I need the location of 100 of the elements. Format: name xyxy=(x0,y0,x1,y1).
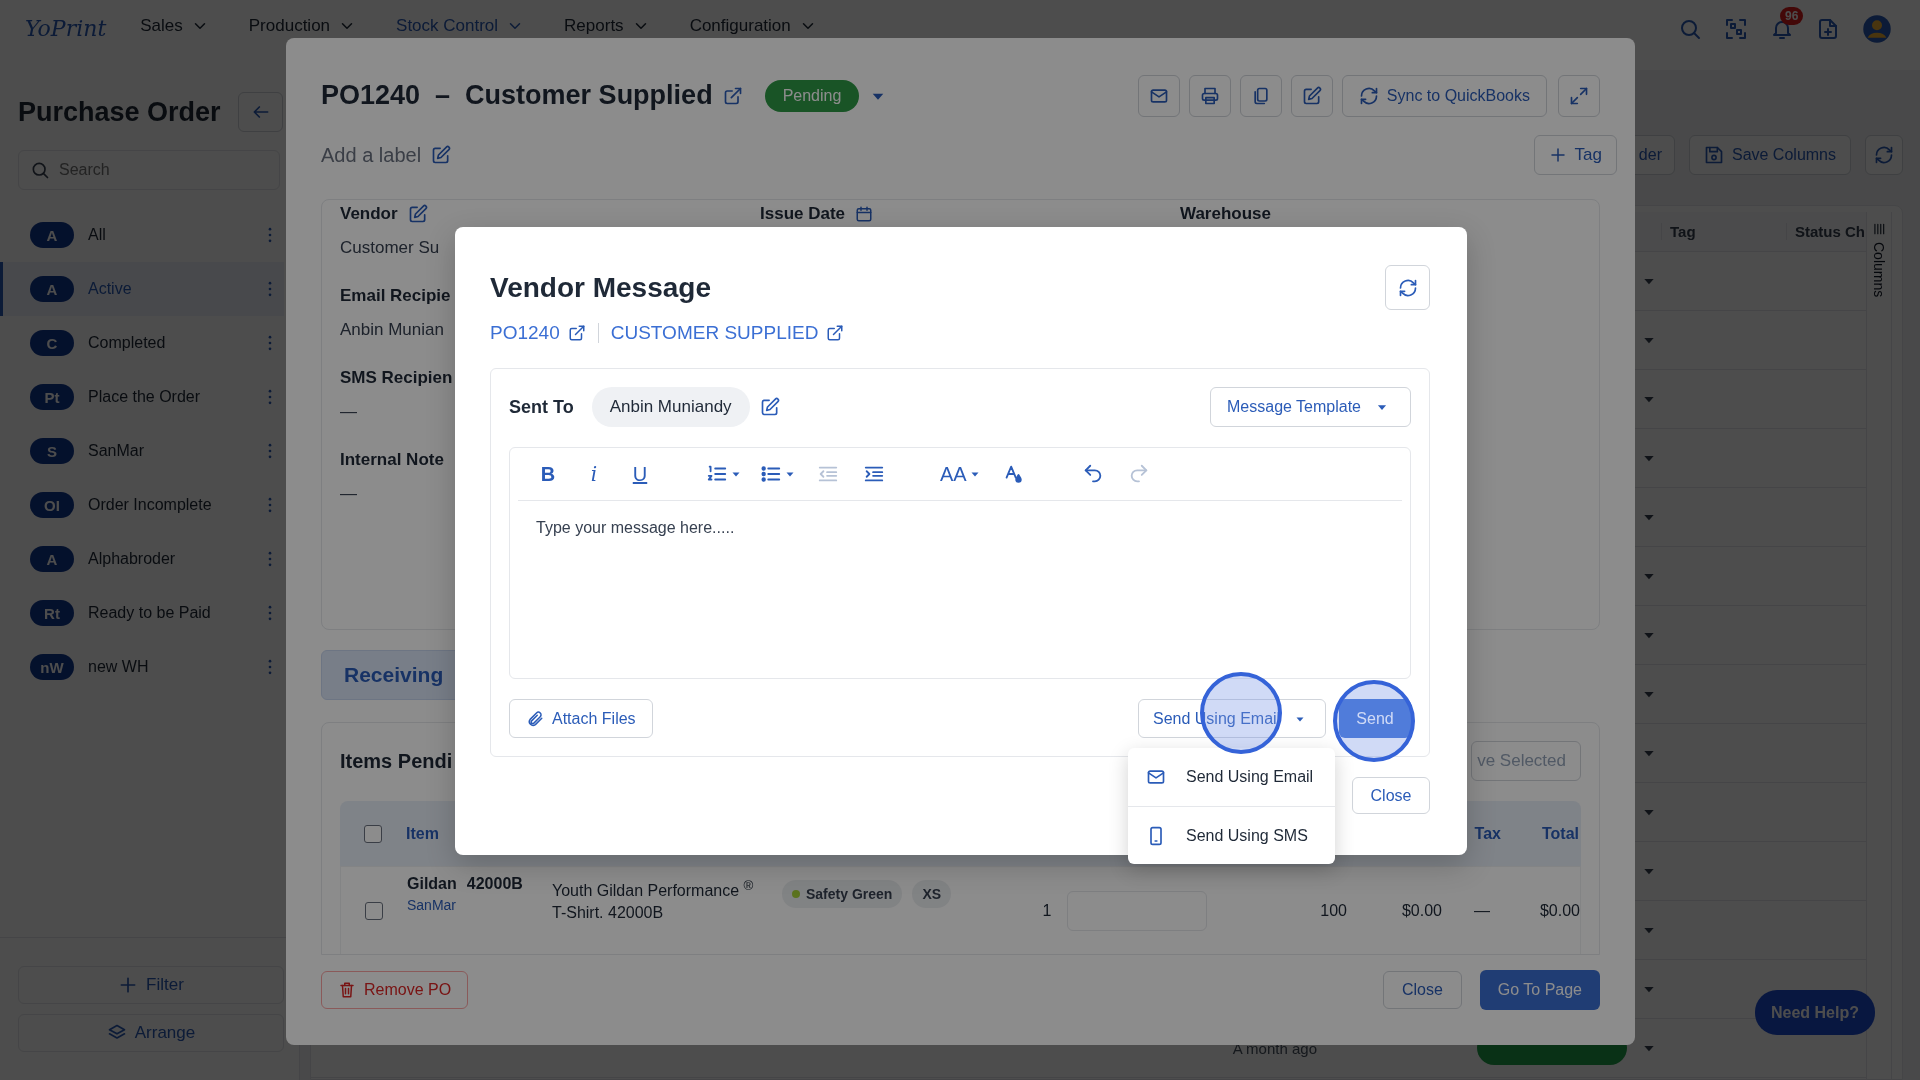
search-icon[interactable] xyxy=(1678,17,1702,41)
sent-to-label: Sent To xyxy=(509,396,574,418)
avatar-icon[interactable] xyxy=(1862,14,1892,44)
edit-icon[interactable] xyxy=(431,145,452,165)
arrange-button[interactable]: Arrange xyxy=(18,1014,284,1052)
filter-button[interactable]: Filter xyxy=(18,966,284,1004)
search-icon xyxy=(30,160,50,180)
add-label-link[interactable]: Add a label xyxy=(321,143,422,167)
view-item[interactable]: A Alphabroder xyxy=(0,532,284,586)
font-size-button[interactable]: AA xyxy=(938,458,983,490)
color-dot xyxy=(792,890,800,898)
app-logo[interactable]: YoPrint xyxy=(25,16,107,41)
remove-selected-button[interactable]: ve Selected xyxy=(1471,741,1581,781)
nav-menu[interactable]: Production xyxy=(248,16,357,36)
edit-icon xyxy=(1301,85,1322,106)
view-badge: OI xyxy=(30,492,74,518)
field-value: Customer Su xyxy=(340,238,440,259)
toolbar-button[interactable] xyxy=(1290,74,1333,117)
edit-icon[interactable] xyxy=(407,204,428,224)
toolbar-button[interactable] xyxy=(1239,74,1282,117)
view-label: Ready to be Paid xyxy=(88,604,211,622)
message-template-button[interactable]: Message Template xyxy=(1210,387,1411,427)
field-value: Anbin Munian xyxy=(340,320,444,341)
view-item[interactable]: nW new WH xyxy=(0,640,284,694)
field-value: — xyxy=(340,402,357,423)
sync-button[interactable]: Sync to QuickBooks xyxy=(1341,74,1547,117)
view-item[interactable]: A Active xyxy=(0,262,284,316)
close-button[interactable]: Close xyxy=(1352,777,1430,814)
refresh-icon xyxy=(1874,145,1894,165)
view-label: Active xyxy=(88,280,132,298)
item-style: 42000B xyxy=(466,875,523,893)
menu-item[interactable]: Send Using Email xyxy=(1128,748,1335,806)
refresh-button[interactable] xyxy=(1385,265,1430,310)
column-header[interactable]: Tag xyxy=(1661,223,1786,240)
view-label: SanMar xyxy=(88,442,145,460)
nav-menu[interactable]: Stock Control xyxy=(396,16,525,36)
print-icon xyxy=(1199,85,1220,106)
external-link-icon[interactable] xyxy=(826,324,845,342)
nav-menu[interactable]: Sales xyxy=(140,16,209,36)
external-link-icon[interactable] xyxy=(567,324,586,342)
status-badge[interactable]: Pending xyxy=(764,79,860,112)
toolbar-button[interactable] xyxy=(1137,74,1180,117)
bold-button[interactable]: B xyxy=(532,458,564,490)
table-cell-text: $0.00 xyxy=(1538,902,1580,920)
view-label: Place the Order xyxy=(88,388,201,406)
message-editor[interactable]: B i U AA Type your message here..... xyxy=(509,447,1411,679)
close-button[interactable]: Close xyxy=(1382,971,1462,1009)
italic-button[interactable]: i xyxy=(578,458,610,490)
view-item[interactable]: OI Order Incomplete xyxy=(0,478,284,532)
view-item[interactable]: Rt Ready to be Paid xyxy=(0,586,284,640)
collapse-button[interactable] xyxy=(238,92,283,132)
table-cell-text: 100 xyxy=(1319,902,1347,920)
view-badge: Pt xyxy=(30,384,74,410)
view-badge: S xyxy=(30,438,74,464)
menu-item[interactable]: Send Using SMS xyxy=(1128,806,1335,864)
view-label: Order Incomplete xyxy=(88,496,212,514)
vendor-link[interactable]: CUSTOMER SUPPLIED xyxy=(610,322,819,344)
row-checkbox[interactable] xyxy=(365,902,383,920)
send-button[interactable]: Send xyxy=(1339,699,1411,738)
nav-menu[interactable]: Configuration xyxy=(689,16,817,36)
view-badge: A xyxy=(30,222,74,248)
size-tag: XS xyxy=(912,880,952,908)
view-item[interactable]: A All xyxy=(0,208,284,262)
scan-icon[interactable] xyxy=(1724,17,1748,41)
save-columns-button[interactable]: Save Columns xyxy=(1688,135,1851,175)
expand-icon xyxy=(1569,85,1589,106)
view-item[interactable]: Pt Place the Order xyxy=(0,370,284,424)
underline-button[interactable]: U xyxy=(624,458,656,490)
table-cell-text: $0.00 xyxy=(1400,902,1442,920)
color-tag: Safety Green xyxy=(782,880,903,908)
attach-files-button[interactable]: Attach Files xyxy=(509,699,653,738)
select-all-checkbox[interactable] xyxy=(364,824,382,843)
view-badge: nW xyxy=(30,654,74,680)
vendor-link[interactable]: SanMar xyxy=(407,897,552,913)
edit-icon[interactable] xyxy=(759,397,780,417)
view-item[interactable]: C Completed xyxy=(0,316,284,370)
external-link-icon[interactable] xyxy=(722,85,743,106)
help-button[interactable]: Need Help? xyxy=(1755,990,1875,1035)
column-header[interactable]: Status Ch xyxy=(1786,223,1866,240)
dialog-title: Vendor Message xyxy=(490,271,711,304)
calendar-icon[interactable] xyxy=(855,205,874,223)
toolbar-button[interactable] xyxy=(1188,74,1231,117)
expand-button[interactable] xyxy=(1558,74,1600,117)
order-link[interactable]: PO1240 xyxy=(490,322,560,344)
view-badge: A xyxy=(30,276,74,302)
new-document-icon[interactable] xyxy=(1816,17,1840,41)
view-label: All xyxy=(88,226,106,244)
go-to-page-button[interactable]: Go To Page xyxy=(1479,970,1600,1010)
notification-count: 96 xyxy=(1780,7,1804,25)
recipient-chip[interactable]: Anbin Muniandy xyxy=(591,387,750,427)
page-title: Purchase Order xyxy=(18,96,221,128)
table-cell-text: — xyxy=(1473,902,1491,920)
tag-button[interactable]: Tag xyxy=(1533,135,1617,175)
column-header[interactable]: Total xyxy=(1501,824,1579,843)
nav-menu[interactable]: Reports xyxy=(564,16,650,36)
bullet-list-icon xyxy=(760,463,782,485)
columns-side-tab[interactable]: Columns xyxy=(1866,212,1892,1079)
view-item[interactable]: S SanMar xyxy=(0,424,284,478)
item-brand: Gildan xyxy=(407,875,457,893)
remove-po-button[interactable]: Remove PO xyxy=(321,971,469,1009)
